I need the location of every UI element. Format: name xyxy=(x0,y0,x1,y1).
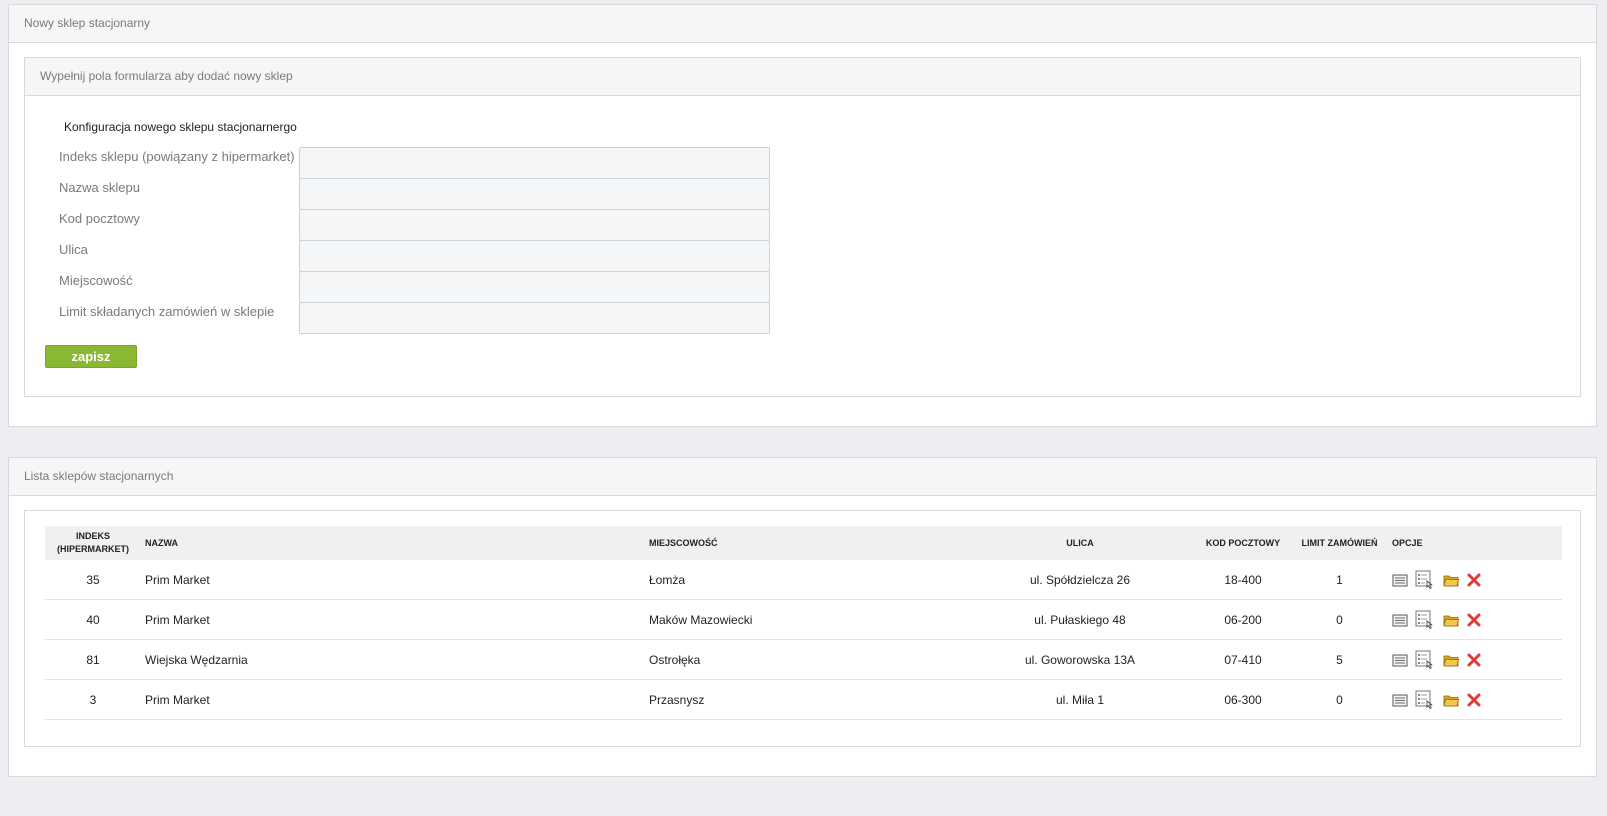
list-icon[interactable] xyxy=(1392,692,1408,708)
cell-street: ul. Pułaskiego 48 xyxy=(965,599,1195,640)
order-limit-label: Limit składanych zamówień w sklepie xyxy=(59,304,275,319)
header-name[interactable]: NAZWA xyxy=(141,526,645,560)
cell-postal: 06-300 xyxy=(1195,679,1291,720)
list-icon[interactable] xyxy=(1392,572,1408,588)
header-limit[interactable]: LIMIT ZAMÓWIEŃ xyxy=(1291,526,1388,560)
table-row: 35 Prim Market Łomża ul. Spółdzielcza 26… xyxy=(45,560,1562,600)
folder-icon[interactable] xyxy=(1443,612,1459,628)
city-label: Miejscowość xyxy=(59,273,133,288)
form-title: Konfiguracja nowego sklepu stacjonarnerg… xyxy=(64,120,297,134)
city-input[interactable] xyxy=(299,271,770,303)
cell-name: Prim Market xyxy=(141,560,645,600)
header-street[interactable]: ULICA xyxy=(965,526,1195,560)
cell-city: Przasnysz xyxy=(645,679,965,720)
store-list-panel-title: Lista sklepów stacjonarnych xyxy=(9,458,1596,496)
save-button[interactable]: zapisz xyxy=(45,345,137,368)
delete-icon[interactable] xyxy=(1466,572,1482,588)
new-store-form-header: Wypełnij pola formularza aby dodać nowy … xyxy=(25,58,1580,96)
select-items-icon[interactable] xyxy=(1415,570,1435,590)
cell-index: 81 xyxy=(45,639,141,680)
table-row: 40 Prim Market Maków Mazowiecki ul. Puła… xyxy=(45,599,1562,640)
cell-index: 3 xyxy=(45,679,141,720)
cell-index: 35 xyxy=(45,560,141,600)
folder-icon[interactable] xyxy=(1443,692,1459,708)
list-icon[interactable] xyxy=(1392,652,1408,668)
store-name-label: Nazwa sklepu xyxy=(59,180,140,195)
new-store-panel: Nowy sklep stacjonarny Wypełnij pola for… xyxy=(8,4,1597,427)
cell-city: Maków Mazowiecki xyxy=(645,599,965,640)
new-store-form-box: Wypełnij pola formularza aby dodać nowy … xyxy=(24,57,1581,397)
cell-street: ul. Goworowska 13A xyxy=(965,639,1195,680)
street-label: Ulica xyxy=(59,242,88,257)
cell-name: Prim Market xyxy=(141,599,645,640)
delete-icon[interactable] xyxy=(1466,612,1482,628)
select-items-icon[interactable] xyxy=(1415,610,1435,630)
store-list-box: INDEKS (HIPERMARKET) NAZWA MIEJSCOWOŚĆ U… xyxy=(24,510,1581,747)
list-icon[interactable] xyxy=(1392,612,1408,628)
cell-limit: 1 xyxy=(1291,560,1388,600)
select-items-icon[interactable] xyxy=(1415,690,1435,710)
table-row: 3 Prim Market Przasnysz ul. Miła 1 06-30… xyxy=(45,679,1562,720)
cell-street: ul. Miła 1 xyxy=(965,679,1195,720)
header-index-line1: INDEKS xyxy=(75,531,110,541)
store-list-panel: Lista sklepów stacjonarnych INDEKS (HIPE… xyxy=(8,457,1597,777)
cell-street: ul. Spółdzielcza 26 xyxy=(965,560,1195,600)
store-index-input[interactable] xyxy=(299,147,770,179)
cell-options xyxy=(1388,679,1562,720)
cell-name: Wiejska Wędzarnia xyxy=(141,639,645,680)
store-table: INDEKS (HIPERMARKET) NAZWA MIEJSCOWOŚĆ U… xyxy=(45,526,1562,720)
new-store-panel-title: Nowy sklep stacjonarny xyxy=(9,5,1596,43)
header-postal[interactable]: KOD POCZTOWY xyxy=(1195,526,1291,560)
order-limit-input[interactable] xyxy=(299,302,770,334)
header-index[interactable]: INDEKS (HIPERMARKET) xyxy=(45,526,141,560)
street-input[interactable] xyxy=(299,240,770,272)
folder-icon[interactable] xyxy=(1443,572,1459,588)
cell-index: 40 xyxy=(45,599,141,640)
cell-options xyxy=(1388,560,1562,600)
cell-city: Łomża xyxy=(645,560,965,600)
delete-icon[interactable] xyxy=(1466,652,1482,668)
postal-code-label: Kod pocztowy xyxy=(59,211,140,226)
cell-limit: 0 xyxy=(1291,679,1388,720)
store-name-input[interactable] xyxy=(299,178,770,210)
table-header-row: INDEKS (HIPERMARKET) NAZWA MIEJSCOWOŚĆ U… xyxy=(45,526,1562,560)
store-index-label: Indeks sklepu (powiązany z hipermarket) xyxy=(59,149,295,164)
cell-options xyxy=(1388,599,1562,640)
cell-postal: 18-400 xyxy=(1195,560,1291,600)
header-city[interactable]: MIEJSCOWOŚĆ xyxy=(645,526,965,560)
cell-options xyxy=(1388,639,1562,680)
cell-limit: 0 xyxy=(1291,599,1388,640)
cell-postal: 06-200 xyxy=(1195,599,1291,640)
delete-icon[interactable] xyxy=(1466,692,1482,708)
cell-city: Ostrołęka xyxy=(645,639,965,680)
cell-name: Prim Market xyxy=(141,679,645,720)
header-index-line2: (HIPERMARKET) xyxy=(57,544,129,554)
cell-postal: 07-410 xyxy=(1195,639,1291,680)
table-row: 81 Wiejska Wędzarnia Ostrołęka ul. Gowor… xyxy=(45,639,1562,680)
header-options: OPCJE xyxy=(1388,526,1562,560)
select-items-icon[interactable] xyxy=(1415,650,1435,670)
folder-icon[interactable] xyxy=(1443,652,1459,668)
postal-code-input[interactable] xyxy=(299,209,770,241)
cell-limit: 5 xyxy=(1291,639,1388,680)
